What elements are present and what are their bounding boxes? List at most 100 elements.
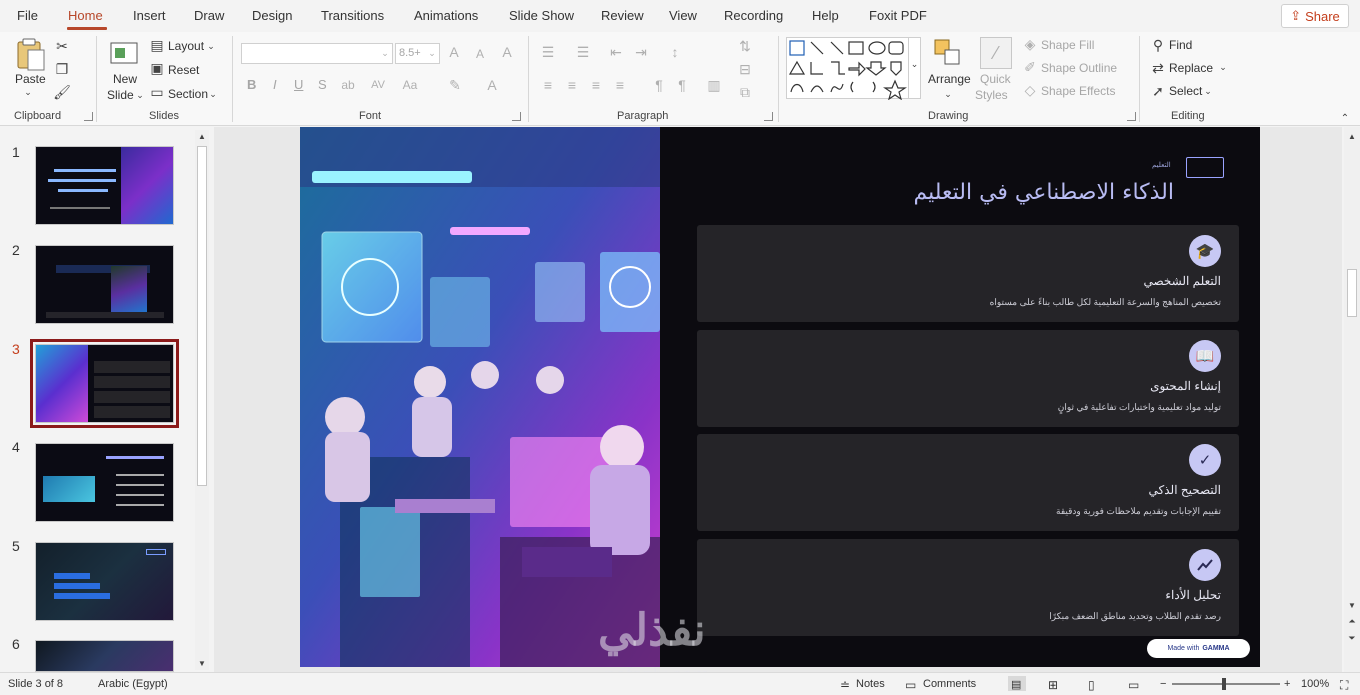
align-right-icon[interactable]: ≡ [587, 77, 605, 93]
select-cursor-icon[interactable]: ➚ [1150, 83, 1166, 99]
cut-icon[interactable]: ✂ [54, 38, 70, 54]
tab-design[interactable]: Design [252, 8, 292, 23]
slide-thumbnail-6[interactable] [35, 640, 174, 672]
replace-button[interactable]: Replace [1169, 61, 1213, 75]
tab-file[interactable]: File [17, 8, 38, 23]
slide-thumbnail-1[interactable] [35, 146, 174, 225]
reading-view-icon[interactable]: ▯ [1088, 678, 1095, 692]
new-slide-button[interactable] [108, 38, 140, 68]
quick-styles-button[interactable]: ⁄ [980, 37, 1012, 69]
char-spacing-icon[interactable]: AV [370, 77, 386, 93]
bullets-icon[interactable]: ☰ [539, 44, 557, 60]
rtl-icon[interactable]: ¶ [650, 77, 668, 93]
chevron-down-icon[interactable]: ⌄ [22, 86, 34, 98]
find-icon[interactable]: ⚲ [1150, 37, 1166, 53]
font-color-icon[interactable]: A [484, 77, 500, 93]
tab-foxit-pdf[interactable]: Foxit PDF [869, 8, 927, 23]
slide-thumbnail-3[interactable] [30, 339, 179, 428]
increase-indent-icon[interactable]: ⇥ [632, 44, 650, 60]
zoom-slider-track[interactable] [1172, 683, 1280, 685]
line-spacing-icon[interactable]: ↕ [666, 44, 684, 60]
tab-animations[interactable]: Animations [414, 8, 478, 23]
tab-help[interactable]: Help [812, 8, 839, 23]
bold-button[interactable]: B [247, 77, 256, 92]
format-painter-icon[interactable]: 🖌 [53, 84, 71, 100]
language-indicator[interactable]: Arabic (Egypt) [98, 678, 168, 690]
zoom-out-icon[interactable]: − [1160, 678, 1166, 690]
text-direction-icon[interactable]: ⇅ [736, 38, 754, 54]
clear-formatting-icon[interactable]: A [499, 44, 515, 60]
tab-transitions[interactable]: Transitions [321, 8, 384, 23]
justify-icon[interactable]: ≡ [611, 77, 629, 93]
underline-button[interactable]: U [294, 77, 303, 92]
arrange-button[interactable] [932, 37, 964, 69]
collapse-ribbon-icon[interactable]: ⌃ [1338, 112, 1352, 124]
share-button[interactable]: ⇪ Share [1281, 4, 1349, 28]
thumbnail-scrollbar[interactable]: ▲ ▼ [195, 130, 209, 670]
comments-icon[interactable]: ▭ [905, 678, 916, 692]
align-center-icon[interactable]: ≡ [563, 77, 581, 93]
tab-recording[interactable]: Recording [724, 8, 783, 23]
numbering-icon[interactable]: ☰ [574, 44, 592, 60]
chevron-down-icon[interactable]: ⌄ [208, 88, 218, 100]
drawing-launcher-icon[interactable] [1127, 112, 1136, 121]
zoom-in-icon[interactable]: + [1284, 678, 1290, 690]
align-text-icon[interactable]: ⊟ [736, 61, 754, 77]
fit-to-window-icon[interactable]: ⛶ [1340, 678, 1348, 693]
slide-sorter-icon[interactable]: ⊞ [1048, 678, 1058, 692]
highlight-icon[interactable]: ✎ [447, 77, 463, 93]
tab-view[interactable]: View [669, 8, 697, 23]
shape-effects-button[interactable]: Shape Effects [1041, 84, 1116, 98]
shape-fill-icon[interactable]: ◈ [1022, 36, 1038, 52]
shapes-gallery-scroll[interactable]: ⌄ [908, 37, 921, 99]
shape-fill-button[interactable]: Shape Fill [1041, 38, 1094, 52]
comments-button[interactable]: Comments [923, 678, 976, 690]
font-size-dropdown[interactable]: 8.5+ ⌄ [395, 43, 440, 64]
notes-button[interactable]: Notes [856, 678, 885, 690]
layout-button[interactable]: Layout [168, 39, 204, 53]
zoom-slider-thumb[interactable] [1222, 678, 1226, 690]
section-button[interactable]: Section [168, 87, 208, 101]
scroll-down-icon[interactable]: ▼ [196, 658, 208, 668]
slide-scrollbar[interactable]: ▲ ▼ ⏶ ⏷ [1344, 127, 1360, 672]
italic-button[interactable]: I [273, 77, 277, 92]
chevron-down-icon[interactable]: ⌄ [206, 40, 216, 52]
find-button[interactable]: Find [1169, 38, 1192, 52]
increase-font-icon[interactable]: A [446, 44, 462, 60]
chevron-down-icon[interactable]: ⌄ [1218, 61, 1228, 73]
font-name-dropdown[interactable]: ⌄ [241, 43, 393, 64]
align-left-icon[interactable]: ≡ [539, 77, 557, 93]
shape-outline-icon[interactable]: ✐ [1022, 59, 1038, 75]
tab-slide-show[interactable]: Slide Show [509, 8, 574, 23]
ltr-icon[interactable]: ¶ [673, 77, 691, 93]
decrease-indent-icon[interactable]: ⇤ [607, 44, 625, 60]
previous-slide-icon[interactable]: ⏶ [1346, 615, 1358, 627]
shadow-button[interactable]: S [318, 77, 327, 92]
shapes-gallery[interactable] [786, 37, 910, 101]
chevron-down-icon[interactable]: ⌄ [1203, 85, 1213, 97]
clipboard-launcher-icon[interactable] [84, 112, 93, 121]
tab-insert[interactable]: Insert [133, 8, 166, 23]
next-slide-icon[interactable]: ⏷ [1346, 632, 1358, 644]
scroll-thumb[interactable] [1347, 269, 1357, 317]
scroll-thumb[interactable] [197, 146, 207, 486]
reset-button[interactable]: Reset [168, 63, 199, 77]
select-button[interactable]: Select [1169, 84, 1202, 98]
shape-effects-icon[interactable]: ◇ [1022, 82, 1038, 98]
made-with-gamma-badge[interactable]: Made with GAMMA [1147, 639, 1250, 658]
paragraph-launcher-icon[interactable] [764, 112, 773, 121]
zoom-level[interactable]: 100% [1301, 678, 1329, 690]
strikethrough-icon[interactable]: ab [340, 77, 356, 93]
replace-icon[interactable]: ⇄ [1150, 60, 1166, 76]
reset-icon[interactable]: ▣ [149, 60, 165, 76]
slide-thumbnail-4[interactable] [35, 443, 174, 522]
shape-outline-button[interactable]: Shape Outline [1041, 61, 1117, 75]
smartart-icon[interactable]: ⧉ [736, 84, 754, 100]
paste-button[interactable] [12, 38, 48, 72]
slideshow-icon[interactable]: ▭ [1128, 678, 1139, 692]
tab-draw[interactable]: Draw [194, 8, 224, 23]
layout-icon[interactable]: ▤ [149, 37, 165, 53]
slide-thumbnail-2[interactable] [35, 245, 174, 324]
copy-icon[interactable]: ❐ [54, 61, 70, 77]
slide-canvas[interactable]: التعليم الذكاء الاصطناعي في التعليم 🎓 ال… [300, 127, 1260, 667]
